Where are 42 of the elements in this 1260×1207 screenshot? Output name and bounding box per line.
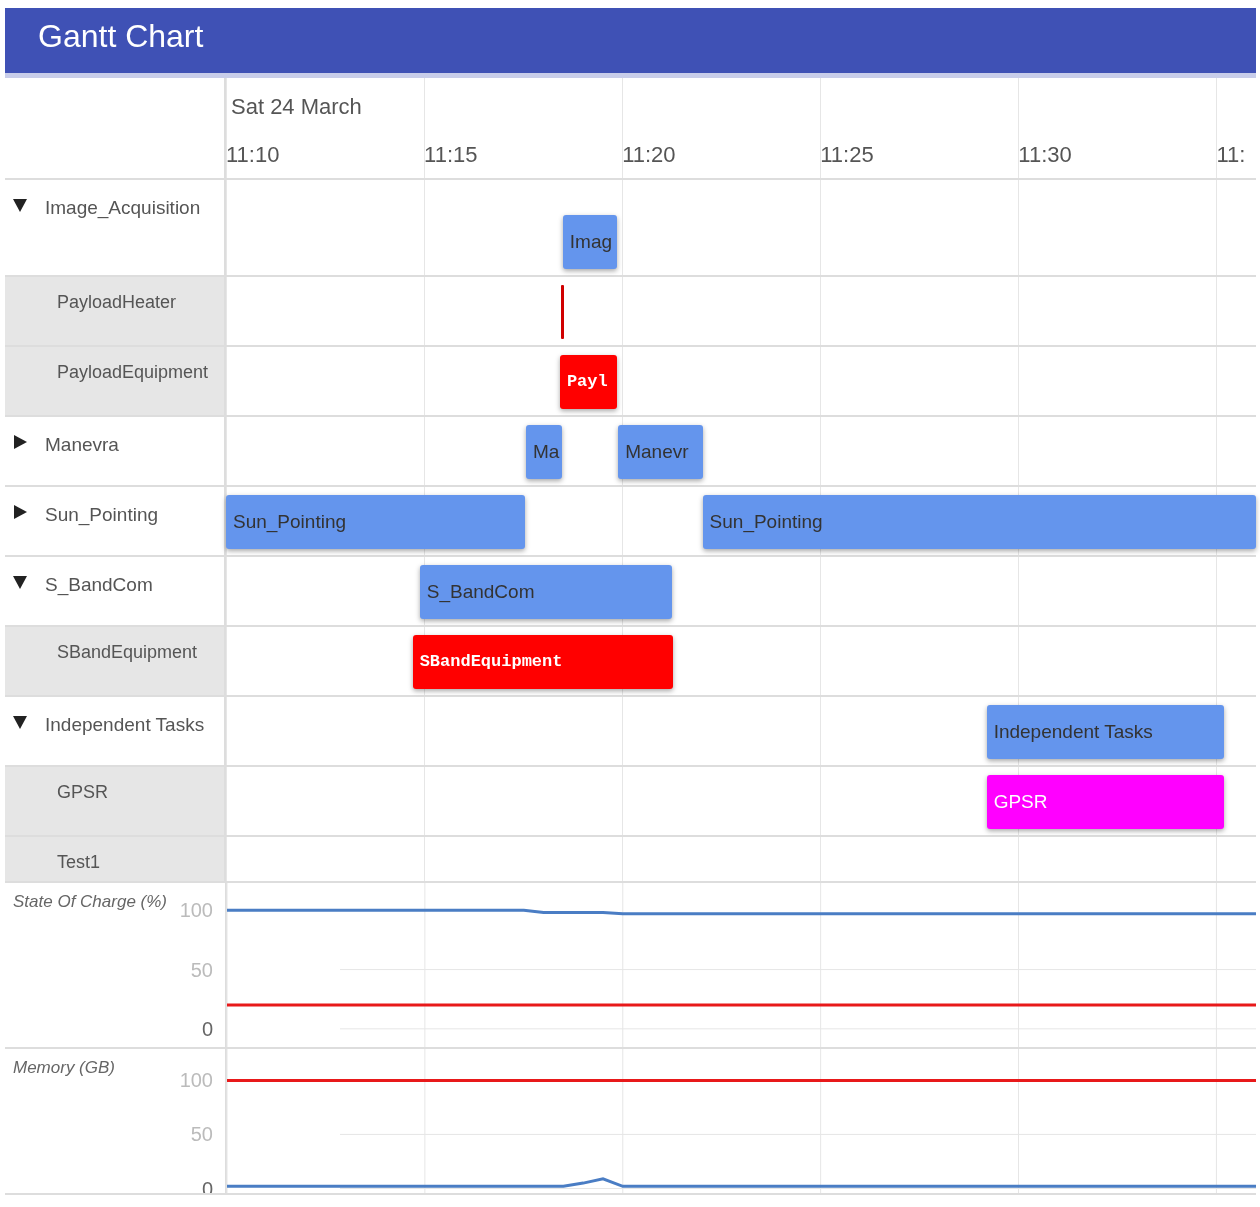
collapse-icon[interactable] [13, 575, 27, 589]
time-tick-label: 11:20 [622, 141, 676, 169]
task-group-label: S_BandCom [45, 573, 153, 598]
task-bar[interactable]: Manevr [618, 425, 703, 479]
task-bar[interactable]: Ma [525, 425, 562, 479]
task-bar[interactable]: SBandEquipment [412, 635, 674, 689]
task-group-label: Image_Acquisition [45, 196, 201, 221]
time-tick-label: 11:15 [424, 141, 478, 169]
marker-line[interactable] [560, 285, 564, 339]
resource-label: GPSR [57, 782, 108, 802]
expand-icon[interactable] [13, 435, 27, 449]
task-bar[interactable]: Sun_Pointing [226, 495, 525, 549]
expand-icon[interactable] [13, 505, 27, 519]
task-bar[interactable]: Imag [562, 215, 617, 269]
task-bar[interactable]: GPSR [986, 775, 1225, 829]
y-tick-label: 0 [201, 1017, 213, 1040]
task-group-label: Manevra [45, 433, 119, 457]
time-tick-label: 11: [1216, 141, 1246, 169]
collapse-icon[interactable] [13, 715, 27, 729]
task-group-label: Sun_Pointing [45, 503, 159, 528]
collapse-icon[interactable] [13, 198, 27, 212]
resource-label: PayloadHeater [57, 292, 177, 312]
y-tick-label: 0 [201, 1177, 213, 1195]
time-tick-label: 11:30 [1018, 141, 1072, 169]
task-bar[interactable]: Payl [559, 355, 617, 409]
y-tick-label: 100 [179, 899, 213, 922]
time-tick-label: 11:25 [820, 141, 874, 169]
resource-label: PayloadEquipment [57, 362, 209, 382]
resource-label: Test1 [57, 852, 101, 872]
y-tick-label: 100 [179, 1069, 213, 1092]
y-tick-label: 50 [190, 1123, 213, 1146]
chart-title: Memory (GB) [13, 1058, 115, 1077]
task-bar[interactable]: Sun_Pointing [702, 495, 1256, 549]
app-title: Gantt Chart [38, 17, 205, 56]
task-group-label: Independent Tasks [45, 713, 205, 737]
resource-label: SBandEquipment [57, 642, 198, 662]
task-bar[interactable]: S_BandCom [419, 565, 673, 619]
y-tick-label: 50 [190, 958, 213, 981]
task-bar[interactable]: Independent Tasks [986, 705, 1225, 759]
time-tick-label: 11:10 [226, 141, 280, 169]
chart-title: State Of Charge (%) [13, 892, 167, 911]
date-label: Sat 24 March [231, 93, 362, 121]
